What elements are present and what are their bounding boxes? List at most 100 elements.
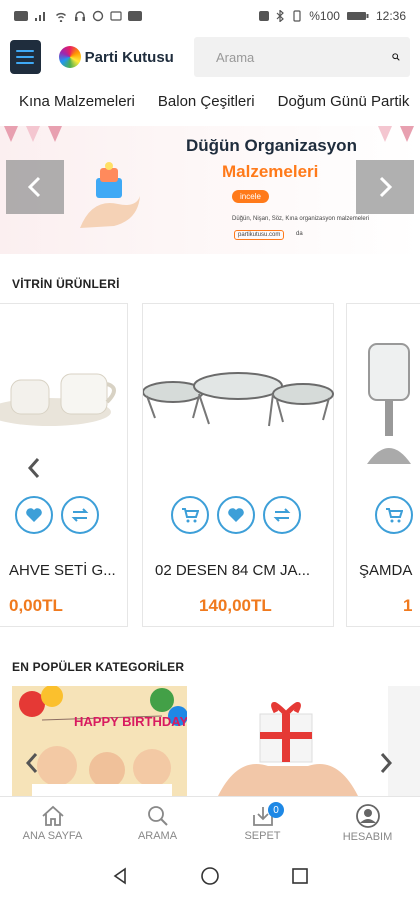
card-actions xyxy=(15,496,99,534)
menu-line xyxy=(16,50,35,52)
ring-box-hand-illustration xyxy=(80,162,140,228)
bottom-navigation: ANA SAYFA ARAMA 0 SEPET HESABIM xyxy=(0,796,420,850)
product-card[interactable]: 02 DESEN 84 CM JA... 140,00TL xyxy=(142,303,334,627)
favorite-button[interactable] xyxy=(15,496,53,534)
pennant-decoration xyxy=(48,126,62,142)
banner-subtitle: Malzemeleri xyxy=(222,162,319,181)
mail-icon xyxy=(110,11,122,21)
cart-icon xyxy=(182,508,199,523)
category-card-partial[interactable] xyxy=(388,686,420,796)
banner-description: Düğün, Nişan, Söz, Kına organizasyon mal… xyxy=(232,216,370,222)
chevron-left-icon xyxy=(27,458,40,478)
popular-categories-slider: HAPPY BIRTHDAY xyxy=(0,686,420,796)
add-to-cart-button[interactable] xyxy=(375,496,413,534)
sync-icon xyxy=(92,10,104,22)
popular-prev-button[interactable] xyxy=(22,748,42,778)
banner-url: partikutusu.com xyxy=(234,230,285,240)
logo[interactable]: Parti Kutusu xyxy=(58,46,194,68)
nav-home[interactable]: ANA SAYFA xyxy=(0,797,105,850)
product-image xyxy=(0,373,116,426)
category-card-birthday[interactable]: HAPPY BIRTHDAY xyxy=(12,686,187,796)
notification-icon xyxy=(128,11,142,21)
logo-mark-icon xyxy=(58,46,81,68)
category-link[interactable]: Balon Çeşitleri xyxy=(158,93,255,110)
product-price: 140,00TL xyxy=(199,596,272,615)
showcase-prev-button[interactable] xyxy=(24,453,44,483)
product-name: 02 DESEN 84 CM JA... xyxy=(155,562,311,579)
banner-next-button[interactable] xyxy=(356,160,414,214)
cart-badge: 0 xyxy=(268,802,284,818)
banner-prev-button[interactable] xyxy=(6,160,64,214)
birthday-party-image: HAPPY BIRTHDAY xyxy=(12,686,187,796)
back-icon[interactable] xyxy=(110,866,130,886)
compare-arrows-icon xyxy=(71,508,89,522)
nav-search[interactable]: ARAMA xyxy=(105,797,210,850)
pennant-decoration xyxy=(4,126,18,142)
header: Parti Kutusu xyxy=(0,32,420,82)
product-name: ŞAMDA xyxy=(359,562,413,579)
showcase-slider: AHVE SETİ G... 0,00TL 02 DESEN 84 CM JA.… xyxy=(0,303,420,629)
product-price: 0,00TL xyxy=(9,596,63,615)
category-link[interactable]: Kına Malzemeleri xyxy=(19,93,135,110)
nav-search-label: ARAMA xyxy=(137,830,178,842)
wifi-icon xyxy=(56,12,66,22)
product-image xyxy=(367,343,411,464)
search-input[interactable] xyxy=(216,49,392,65)
category-nav: Kına Malzemeleri Balon Çeşitleri Doğum G… xyxy=(0,84,420,118)
search-icon xyxy=(147,806,168,826)
showcase-title: VİTRİN ÜRÜNLERİ xyxy=(12,277,120,291)
product-name: AHVE SETİ G... xyxy=(9,562,116,579)
hero-banner[interactable]: Düğün Organizasyon Malzemeleri incele Dü… xyxy=(0,126,420,254)
menu-line xyxy=(16,56,35,58)
volte-icon xyxy=(14,11,28,21)
product-price: 1 xyxy=(403,596,413,615)
category-link[interactable]: Doğum Günü Partik xyxy=(278,93,410,110)
favorite-button[interactable] xyxy=(217,496,255,534)
status-left xyxy=(14,10,142,22)
product-card[interactable]: AHVE SETİ G... 0,00TL xyxy=(0,303,128,627)
banner-cta-button[interactable]: incele xyxy=(232,190,269,203)
search-box xyxy=(194,37,410,77)
nav-cart-label: SEPET xyxy=(244,830,281,842)
add-to-cart-button[interactable] xyxy=(171,496,209,534)
popular-categories-title: EN POPÜLER KATEGORİLER xyxy=(12,660,185,674)
search-icon[interactable] xyxy=(392,47,400,67)
recents-icon[interactable] xyxy=(290,866,310,886)
status-bar: %100 12:36 xyxy=(0,0,420,32)
nfc-icon xyxy=(259,11,270,21)
chevron-right-icon xyxy=(380,753,393,773)
compare-button[interactable] xyxy=(61,496,99,534)
product-image xyxy=(143,372,334,427)
pennant-decoration xyxy=(400,126,414,142)
product-card[interactable]: ŞAMDA 1 xyxy=(346,303,420,627)
category-image xyxy=(388,686,420,796)
battery-icon xyxy=(346,12,369,20)
bluetooth-icon xyxy=(276,10,285,22)
home-circle-icon[interactable] xyxy=(200,866,220,886)
birthday-banner-text: HAPPY BIRTHDAY xyxy=(74,714,187,729)
compare-arrows-icon xyxy=(273,508,291,522)
system-navigation-bar xyxy=(0,852,420,900)
compare-button[interactable] xyxy=(263,496,301,534)
chevron-right-icon xyxy=(379,176,393,198)
signal-icon xyxy=(35,12,45,21)
banner-title: Düğün Organizasyon xyxy=(186,136,357,155)
clock: 12:36 xyxy=(375,9,406,23)
nav-account-label: HESABIM xyxy=(342,831,393,843)
cart-icon xyxy=(386,508,403,523)
hamburger-menu-button[interactable] xyxy=(10,40,41,74)
nav-home-label: ANA SAYFA xyxy=(22,830,83,842)
vibrate-icon xyxy=(293,10,301,22)
chevron-left-icon xyxy=(25,753,38,773)
category-card-gift[interactable] xyxy=(198,686,374,796)
chevron-left-icon xyxy=(27,176,41,198)
battery-percent: %100 xyxy=(309,9,340,23)
pennant-decoration xyxy=(26,126,40,142)
heart-icon xyxy=(26,508,42,522)
banner-url-suffix: da xyxy=(296,231,303,237)
popular-next-button[interactable] xyxy=(376,748,396,778)
status-right: %100 12:36 xyxy=(259,9,406,23)
nav-account[interactable]: HESABIM xyxy=(315,797,420,850)
nav-cart[interactable]: 0 SEPET xyxy=(210,797,315,850)
pennant-decoration xyxy=(378,126,392,142)
